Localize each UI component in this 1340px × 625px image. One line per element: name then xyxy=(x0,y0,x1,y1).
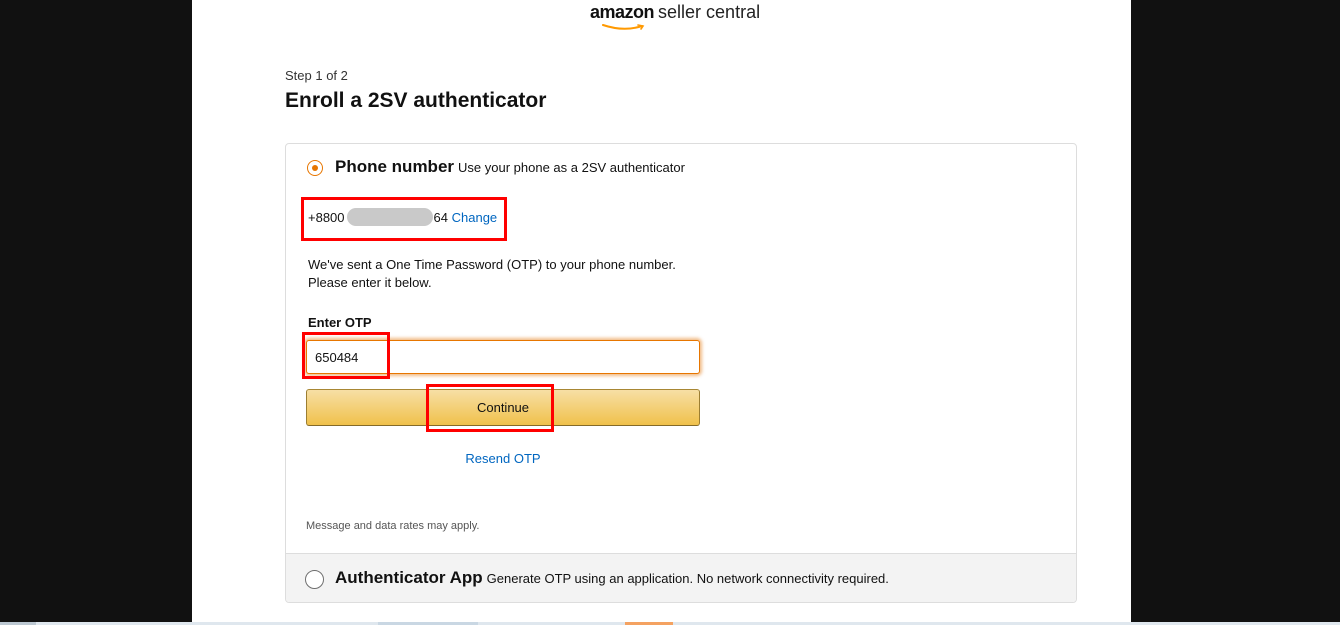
rates-disclaimer: Message and data rates may apply. xyxy=(306,520,480,532)
resend-otp-link[interactable]: Resend OTP xyxy=(465,451,540,466)
resend-otp-row: Resend OTP xyxy=(306,451,700,466)
logo-product-text: seller central xyxy=(658,2,761,22)
highlight-otp-input xyxy=(302,332,390,379)
page-title: Enroll a 2SV authenticator xyxy=(285,89,547,112)
authenticator-app-option-description: Generate OTP using an application. No ne… xyxy=(486,571,889,586)
authenticator-app-radio[interactable] xyxy=(305,570,324,589)
enter-otp-label: Enter OTP xyxy=(308,315,372,330)
otp-sent-message: We've sent a One Time Password (OTP) to … xyxy=(308,257,676,290)
authenticator-app-option-header[interactable]: Authenticator App Generate OTP using an a… xyxy=(335,568,889,588)
authenticator-options-card: Phone number Use your phone as a 2SV auth… xyxy=(285,143,1077,603)
highlight-continue-button xyxy=(426,384,554,432)
phone-number-option-title: Phone number xyxy=(335,157,455,176)
amazon-smile-icon xyxy=(602,24,645,30)
authenticator-app-option[interactable]: Authenticator App Generate OTP using an a… xyxy=(286,553,1076,602)
authenticator-app-option-title: Authenticator App xyxy=(335,568,483,587)
phone-number-option-description: Use your phone as a 2SV authenticator xyxy=(458,160,685,175)
phone-number-option-header[interactable]: Phone number Use your phone as a 2SV auth… xyxy=(335,157,685,177)
seller-central-page: amazon seller central Step 1 of 2 Enroll … xyxy=(192,0,1131,622)
phone-number-radio[interactable] xyxy=(307,160,323,176)
amazon-seller-central-logo: amazon seller central xyxy=(590,2,760,32)
highlight-phone-number xyxy=(301,197,507,241)
step-indicator: Step 1 of 2 xyxy=(285,68,348,83)
logo-brand-text: amazon xyxy=(590,2,655,22)
